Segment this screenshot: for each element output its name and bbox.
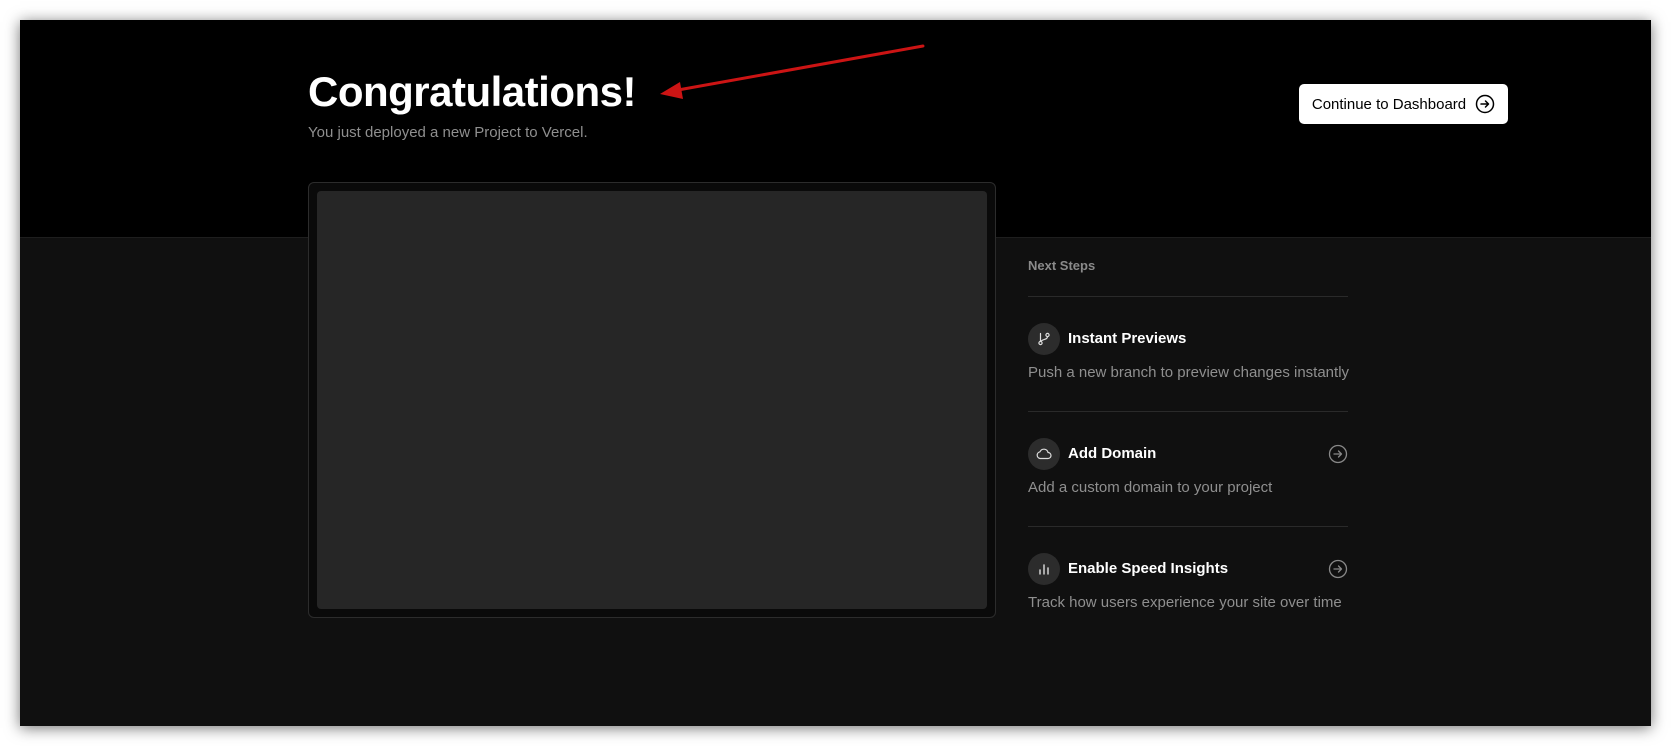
annotation-arrow xyxy=(660,44,925,99)
deployment-success-window: Congratulations! You just deployed a new… xyxy=(20,20,1651,726)
